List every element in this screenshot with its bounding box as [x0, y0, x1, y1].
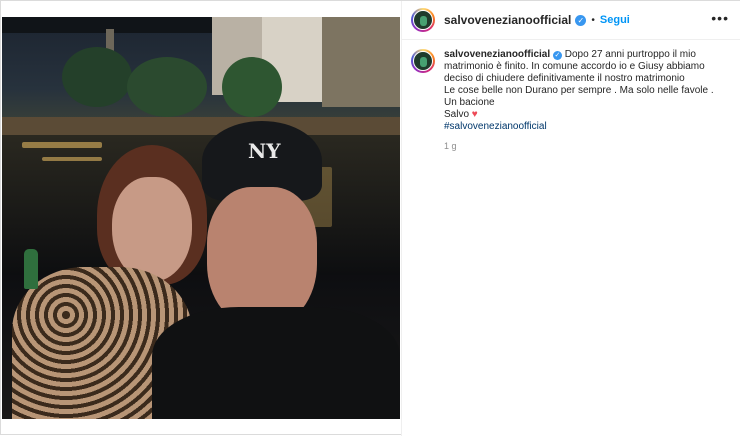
caption-username[interactable]: salvovenezianoofficial: [444, 49, 550, 60]
water-reflection-1: [22, 142, 102, 148]
caption-line-4: Le cose belle non Durano per sempre . Ma…: [444, 85, 714, 96]
caption-body: salvovenezianoofficial ✓ Dopo 27 anni pu…: [444, 49, 714, 133]
caption-line-2: matrimonio è finito. In comune accordo i…: [444, 61, 705, 72]
header-separator: •: [591, 14, 595, 26]
verified-badge-icon: ✓: [575, 14, 587, 26]
post-header: salvovenezianoofficial ✓ • Segui •••: [401, 1, 740, 40]
person-man-face: [207, 187, 317, 327]
caption-line-6: Salvo: [444, 109, 470, 120]
post-time[interactable]: 1 g: [444, 141, 714, 151]
caption-avatar-image: [413, 51, 433, 71]
caption-avatar[interactable]: [411, 49, 435, 73]
post-photo[interactable]: NY: [2, 17, 400, 419]
avatar[interactable]: [411, 8, 435, 32]
header-username[interactable]: salvovenezianoofficial: [444, 13, 571, 27]
person-man-body: [152, 307, 400, 419]
tree-mid: [127, 57, 207, 117]
caption-line-3: deciso di chiudere definitivamente il no…: [444, 73, 685, 84]
caption-line-5: Un bacione: [444, 97, 495, 108]
caption: salvovenezianoofficial ✓ Dopo 27 anni pu…: [411, 49, 729, 151]
tree-right: [222, 57, 282, 117]
hashtag-link[interactable]: #salvovenezianoofficial: [444, 121, 547, 132]
canal-embankment: [2, 117, 400, 135]
bottle: [24, 249, 38, 289]
tree-left: [62, 47, 132, 107]
heart-icon: ♥: [471, 109, 478, 120]
water-reflection-2: [42, 157, 102, 161]
avatar-image: [413, 10, 433, 30]
caption-verified-icon: ✓: [552, 51, 562, 60]
building-far-right: [322, 17, 400, 107]
instagram-post-frame: NY salvovenezianoofficial ✓ • Segui ••• …: [0, 0, 740, 436]
caption-line-1: Dopo 27 anni purtroppo il mio: [564, 49, 696, 60]
person-man-cap-logo: NY: [248, 139, 281, 163]
follow-button[interactable]: Segui: [600, 14, 630, 26]
more-options-icon[interactable]: •••: [711, 10, 729, 26]
